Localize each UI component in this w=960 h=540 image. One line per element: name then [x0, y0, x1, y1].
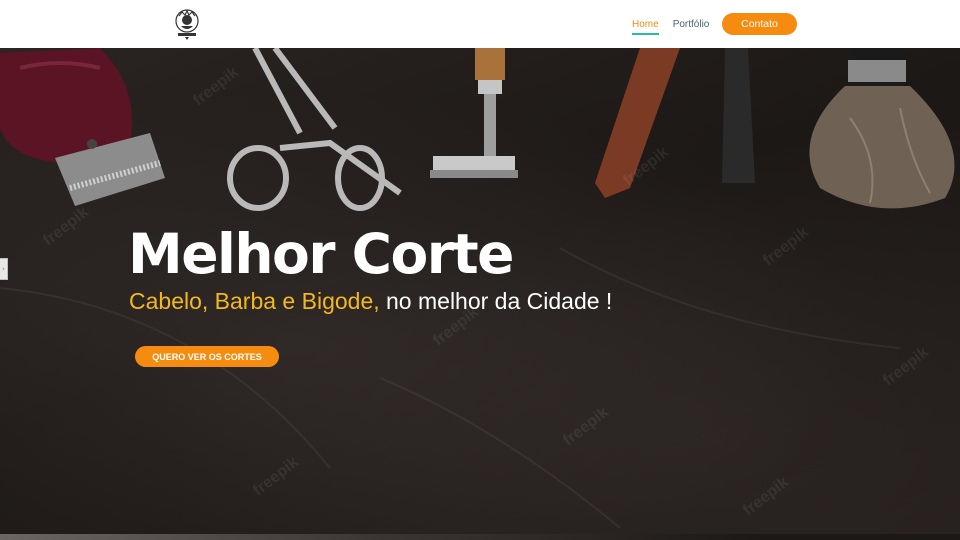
hair-clipper-icon [0, 48, 165, 206]
hero-subtitle-highlight: Cabelo, Barba e Bigode, [129, 288, 380, 314]
contact-button[interactable]: Contato [722, 13, 797, 35]
section-divider [0, 534, 960, 540]
nav-portfolio[interactable]: Portfólio [673, 19, 710, 30]
main-nav: Home Portfólio [632, 0, 709, 48]
barbershop-logo[interactable] [172, 7, 202, 41]
view-cuts-button[interactable]: QUERO VER OS CORTES [135, 346, 279, 367]
navbar: Home Portfólio Contato [0, 0, 960, 48]
hero-subtitle-rest: no melhor da Cidade ! [379, 288, 613, 314]
side-expand-handle[interactable]: › [0, 258, 8, 280]
hero-subtitle: Cabelo, Barba e Bigode, no melhor da Cid… [129, 288, 612, 315]
shaving-brush-icon [809, 48, 955, 209]
hero-title: Melhor Corte [128, 222, 514, 286]
safety-razor-icon [430, 48, 518, 178]
scissors-icon [227, 48, 402, 211]
nav-home[interactable]: Home [632, 19, 659, 35]
